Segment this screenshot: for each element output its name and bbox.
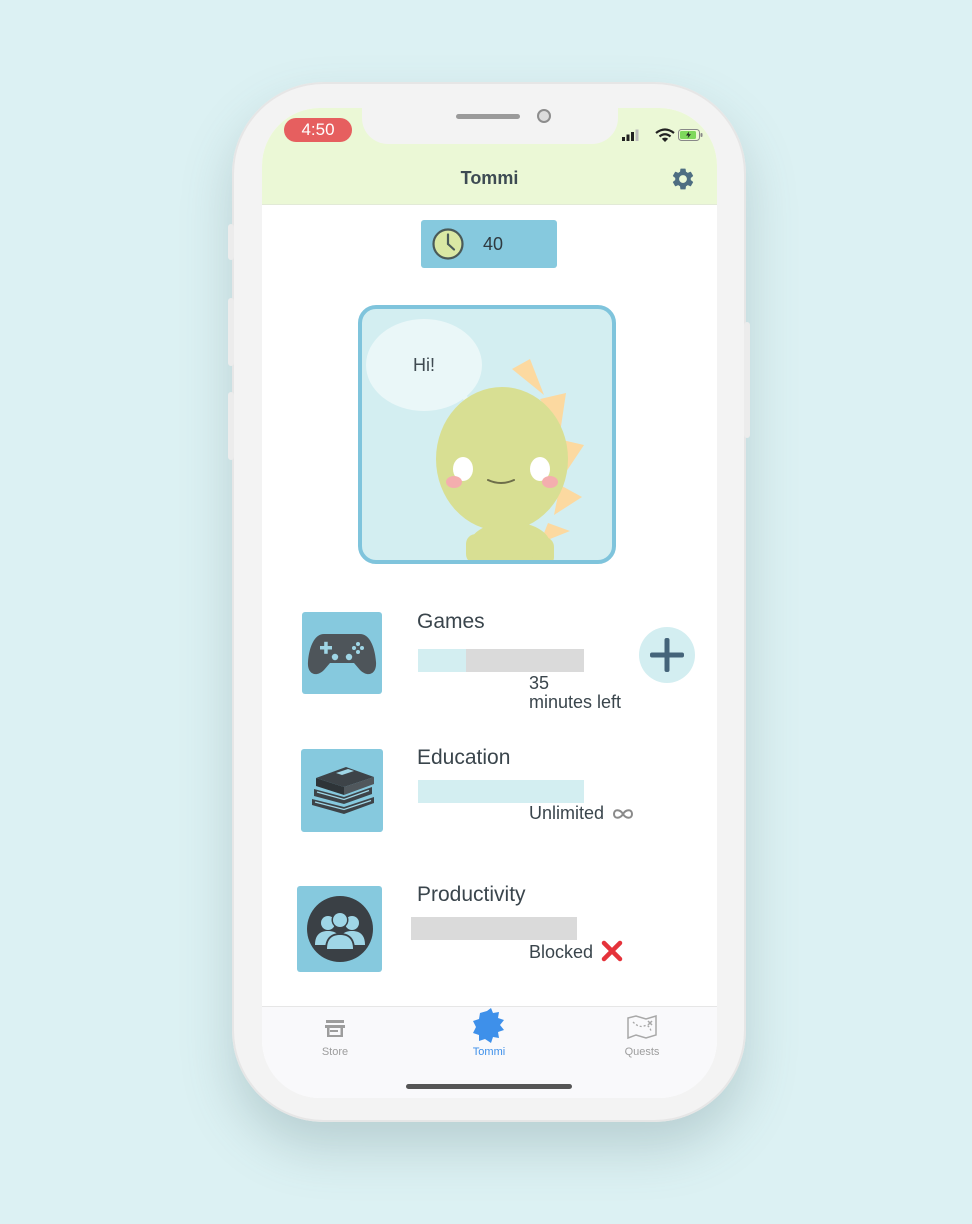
education-status-text: Unlimited [529,803,605,823]
page-title: Tommi [460,168,519,188]
tab-quests[interactable]: Quests [602,1007,682,1077]
wifi-icon [655,128,675,142]
map-icon [627,1014,657,1040]
clock-icon [432,228,464,260]
productivity-app-icon[interactable] [297,886,382,972]
status-time: 4:50 [284,118,352,142]
home-indicator[interactable] [406,1084,572,1089]
signal-icon [622,129,639,141]
notch [362,108,618,144]
phone-volume-up [228,298,234,366]
battery-icon [678,129,703,141]
tab-store-label: Store [321,1046,349,1058]
productivity-status: Blocked [529,940,624,962]
phone-power-button [744,322,750,438]
red-x-icon [601,940,623,962]
games-app-name: Games [417,610,485,633]
tab-quests-label: Quests [624,1046,660,1058]
games-progress-fill [418,649,467,672]
productivity-status-text: Blocked [529,942,594,962]
books-icon [312,767,374,814]
games-minutes-left: 35 [529,673,550,693]
screen-time-badge: 40 [421,220,557,268]
education-progress-bar [418,780,584,803]
pet-frame[interactable]: Hi! [358,305,616,564]
games-progress-bar [418,649,584,672]
games-status: 35 minutes left [529,674,621,712]
pet-dino-illustration [366,319,584,560]
add-time-button[interactable] [639,627,695,683]
gamepad-icon [307,634,377,675]
infinity-icon [613,809,634,819]
productivity-progress-bar [411,917,577,940]
phone-mute-switch [228,224,234,260]
speaker-grille [456,114,520,119]
games-app-icon[interactable] [302,612,382,694]
productivity-app-name: Productivity [417,883,526,906]
status-icons [622,128,703,142]
tab-store[interactable]: Store [295,1007,375,1077]
education-progress-fill [418,780,584,803]
tab-tommi-label: Tommi [472,1046,506,1058]
front-camera [537,109,551,123]
people-icon [307,896,373,962]
phone-screen: 4:50 Tommi 40 Hi! Games 35 minutes left … [262,108,717,1098]
pet-icon [473,1008,504,1043]
plus-icon [650,638,684,672]
education-app-icon[interactable] [301,749,383,832]
store-icon [325,1020,345,1037]
games-minutes-label: minutes left [529,692,622,712]
phone-volume-down [228,392,234,460]
tab-tommi[interactable]: Tommi [449,1007,529,1077]
screen-time-value: 40 [483,234,504,254]
pet-speech-text: Hi! [413,355,435,375]
education-app-name: Education [417,746,511,769]
education-status: Unlimited [529,804,635,823]
gear-icon[interactable] [670,166,696,192]
